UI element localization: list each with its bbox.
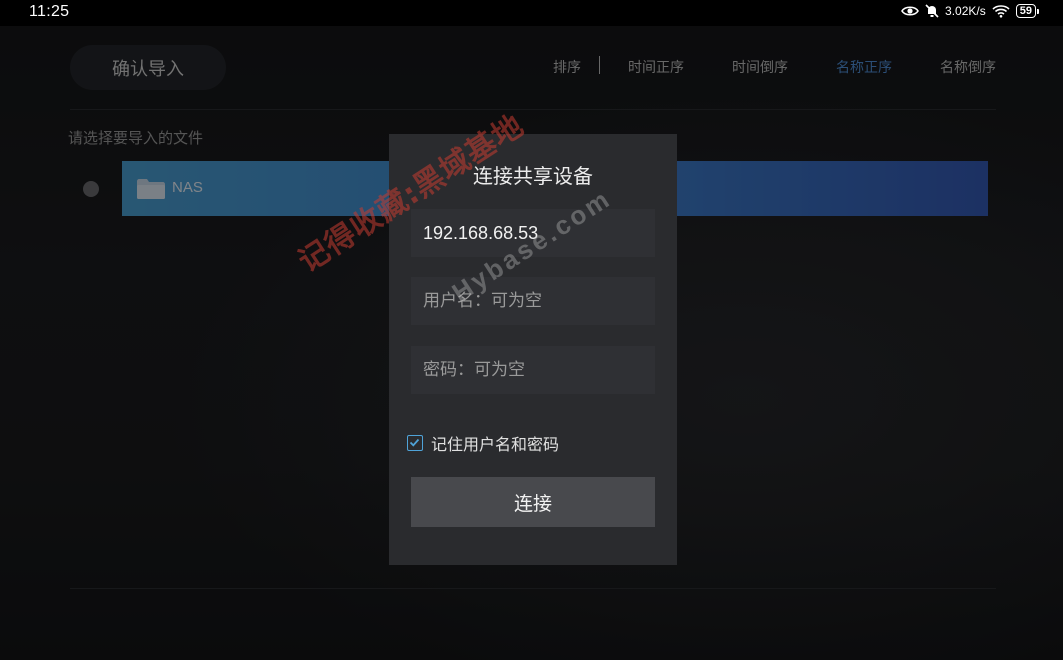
connect-button[interactable]: 连接 [411, 477, 655, 527]
remember-credentials[interactable]: 记住用户名和密码 [407, 431, 559, 455]
battery-tip [1037, 8, 1039, 14]
status-bar: 11:25 3.02K/s 59 [0, 0, 1063, 26]
screen: 11:25 3.02K/s 59 确认导入 排序 时间正序 时间倒序 名称正序 … [0, 0, 1063, 660]
network-speed: 3.02K/s [945, 4, 986, 18]
eye-icon [901, 5, 919, 17]
status-icons: 3.02K/s 59 [901, 4, 1039, 18]
wifi-icon [992, 4, 1010, 18]
password-input[interactable] [411, 346, 655, 394]
bell-muted-icon [925, 4, 939, 18]
remember-checkbox[interactable] [407, 435, 423, 451]
battery-level: 59 [1015, 4, 1036, 18]
battery-icon: 59 [1015, 4, 1039, 18]
check-icon [409, 438, 420, 447]
remember-label: 记住用户名和密码 [431, 435, 560, 454]
status-time: 11:25 [29, 3, 70, 20]
